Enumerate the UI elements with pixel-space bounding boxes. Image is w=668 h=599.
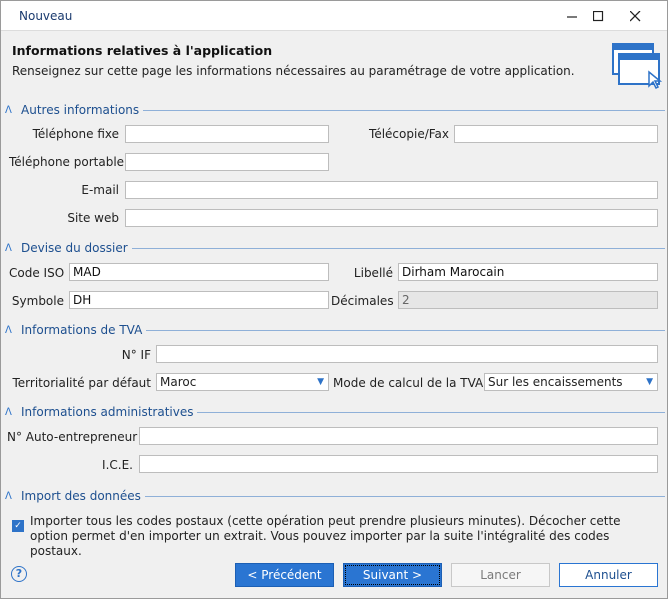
numero-if-label: N° IF [121,348,151,362]
mode-calcul-value: Sur les encaissements [488,375,623,389]
minimize-icon [566,15,577,18]
import-codes-postaux-checkbox[interactable]: ✓ [12,520,24,532]
section-informations-tva[interactable]: ᐱ Informations de TVA [5,322,665,338]
section-title: Import des données [21,489,141,503]
site-web-field[interactable] [125,209,658,227]
collapse-chevron-icon: ᐱ [5,490,12,502]
territorialite-label: Territorialité par défaut [12,376,151,390]
page-title: Informations relatives à l'application [12,43,273,58]
section-informations-administratives[interactable]: ᐱ Informations administratives [5,404,665,420]
mode-calcul-select[interactable]: Sur les encaissements ▼ [484,373,658,391]
territorialite-value: Maroc [160,375,197,389]
telecopie-label: Télécopie/Fax [369,127,449,141]
email-label: E-mail [81,183,119,197]
decimales-field: 2 [398,291,658,309]
collapse-chevron-icon: ᐱ [5,324,12,336]
auto-entrepreneur-field[interactable] [139,427,658,445]
collapse-chevron-icon: ᐱ [5,242,12,254]
section-divider [146,329,665,331]
auto-entrepreneur-label: N° Auto-entrepreneur [7,430,138,444]
territorialite-select[interactable]: Maroc ▼ [156,373,329,391]
section-divider [197,411,665,413]
section-divider [144,495,665,497]
symbole-field[interactable]: DH [69,291,329,309]
previous-button[interactable]: < Précédent [235,563,334,587]
section-autres-informations[interactable]: ᐱ Autres informations [5,102,665,118]
maximize-button[interactable] [579,1,617,31]
ice-field[interactable] [139,455,658,473]
tel-portable-label: Téléphone portable [9,155,125,169]
application-window-icon [612,43,663,90]
window-title: Nouveau [19,9,73,23]
dropdown-arrow-icon: ▼ [646,377,653,387]
mode-calcul-label: Mode de calcul de la TVA [333,376,484,390]
code-iso-label: Code ISO [9,266,65,280]
section-title: Autres informations [21,103,140,117]
numero-if-field[interactable] [156,345,658,363]
maximize-icon [592,10,603,21]
close-icon [629,10,640,21]
section-title: Devise du dossier [21,241,128,255]
page-subtitle: Renseignez sur cette page les informatio… [12,64,575,78]
section-import-donnees[interactable]: ᐱ Import des données [5,488,665,504]
telecopie-field[interactable] [454,125,658,143]
tel-portable-field[interactable] [125,153,329,171]
collapse-chevron-icon: ᐱ [5,406,12,418]
section-divider [131,247,665,249]
next-button[interactable]: Suivant > [343,563,442,587]
tel-fixe-label: Téléphone fixe [32,127,119,141]
code-iso-field[interactable]: MAD [69,263,329,281]
section-title: Informations de TVA [21,323,143,337]
email-field[interactable] [125,181,658,199]
site-web-label: Site web [67,211,119,225]
import-codes-postaux-label: Importer tous les codes postaux (cette o… [30,514,621,558]
launch-button: Lancer [451,563,550,587]
libelle-label: Libellé [353,266,393,280]
page-header: Informations relatives à l'application R… [1,32,667,96]
cancel-button[interactable]: Annuler [559,563,658,587]
symbole-label: Symbole [11,294,64,308]
collapse-chevron-icon: ᐱ [5,104,12,116]
dropdown-arrow-icon: ▼ [317,377,324,387]
ice-label: I.C.E. [102,458,133,472]
section-title: Informations administratives [21,405,194,419]
libelle-field[interactable]: Dirham Marocain [398,263,658,281]
close-button[interactable] [616,1,654,31]
title-bar: Nouveau [1,1,667,31]
tel-fixe-field[interactable] [125,125,329,143]
decimales-label: Décimales [331,294,394,308]
section-devise-dossier[interactable]: ᐱ Devise du dossier [5,240,665,256]
dialog-window: Nouveau Informations relatives à l'appli… [0,0,668,599]
section-divider [143,109,665,111]
help-icon[interactable]: ? [11,566,27,582]
